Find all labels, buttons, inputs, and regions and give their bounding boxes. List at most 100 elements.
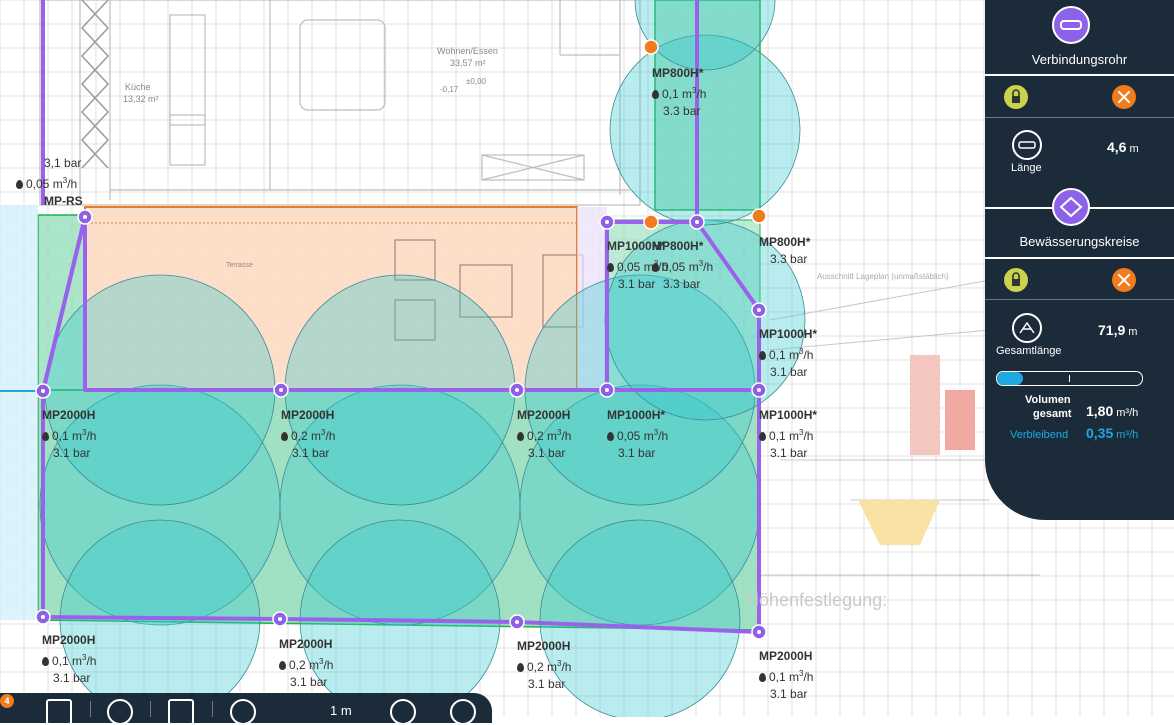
sprinkler-pressure: 3.1 bar [770, 446, 808, 460]
sprinkler-name: MP1000H* [759, 327, 818, 341]
irrigation-circuit-icon[interactable] [1052, 188, 1090, 226]
sprinkler-label: 3,1 bar 0,05 m3/h MP-RS [16, 155, 83, 210]
zoom-out-icon[interactable] [450, 699, 476, 725]
sprinkler-name: MP800H* [759, 235, 811, 249]
sprinkler-name: MP800H* [652, 66, 704, 80]
sprinkler-name: MP1000H* [607, 408, 666, 422]
sprinkler-name: MP2000H [42, 408, 96, 422]
lock-icon[interactable] [1004, 268, 1028, 292]
bottom-toolbar: 4 1 m [0, 693, 492, 725]
sprinkler-node-center [695, 220, 699, 224]
total-length-icon [1012, 313, 1042, 343]
sprinkler-node-center [41, 615, 45, 619]
water-drop-icon [517, 432, 524, 441]
sprinkler-label: MP1000H* 0,1 m3/h 3.1 bar [759, 326, 817, 381]
sprinkler-node-center [757, 308, 761, 312]
lock-icon[interactable] [1004, 85, 1028, 109]
sprinkler-flow: 0,1 m3/h [652, 82, 706, 103]
pipe-icon[interactable] [1052, 6, 1090, 44]
sprinkler-node-center [757, 630, 761, 634]
water-source-node[interactable] [643, 39, 659, 55]
sprinkler-pressure: 3.1 bar [290, 675, 328, 689]
section-wall-red-2 [945, 390, 975, 450]
contrast-icon[interactable] [107, 699, 133, 725]
sprinkler-pressure: 3.1 bar [292, 446, 330, 460]
boundary-strip [0, 205, 38, 620]
sprinkler-pressure: 3.1 bar [770, 365, 808, 379]
water-source-node[interactable] [643, 214, 659, 230]
sprinkler-label: MP2000H 0,2 m3/h 3.1 bar [517, 407, 571, 462]
sprinkler-label: MP2000H 0,1 m3/h 3.1 bar [42, 407, 96, 462]
divider [985, 257, 1174, 259]
kitchen-cabinets [80, 0, 110, 169]
level-minus-label: -0,17 [440, 85, 459, 94]
close-icon[interactable] [1112, 268, 1136, 292]
sprinkler-flow: 0,1 m3/h [42, 424, 96, 445]
sprinkler-flow: 0,2 m3/h [281, 424, 335, 445]
volume-progress-bar [996, 371, 1143, 386]
water-drop-icon [281, 432, 288, 441]
water-drop-icon [759, 351, 766, 360]
sprinkler-node-center [757, 388, 761, 392]
sprinkler-name: MP-RS [44, 194, 83, 208]
sprinkler-flow: 0,1 m3/h [759, 424, 817, 445]
sprinkler-label: MP800H* 0,05 m3/h 3.3 bar [652, 238, 713, 293]
sprinkler-name: MP2000H [279, 637, 333, 651]
total-length-label: Gesamtlänge [996, 345, 1062, 357]
sprinkler-pressure: 3.3 bar [663, 277, 701, 291]
water-drop-icon [42, 432, 49, 441]
water-drop-icon [759, 432, 766, 441]
level-zero-label: ±0,00 [466, 77, 487, 86]
total-length-value: 71,9 m [1098, 322, 1138, 338]
section-note: Ausschnitt Lageplan (unmaßstäblich) [817, 272, 949, 281]
terrace-label: Terrasse [226, 262, 253, 269]
sprinkler-flow: 0,05 m3/h [652, 255, 713, 276]
sprinkler-flow: 0,2 m3/h [517, 424, 571, 445]
sprinkler-pressure: 3.1 bar [528, 677, 566, 691]
divider [212, 701, 213, 717]
water-drop-icon [759, 673, 766, 682]
water-drop-icon [652, 263, 659, 272]
volume-label-2: gesamt [1033, 408, 1072, 420]
sprinkler-name: MP2000H [42, 633, 96, 647]
remaining-label: Verbleibend [1010, 429, 1069, 441]
sprinkler-label: MP800H* 0,1 m3/h 3.3 bar [652, 65, 706, 120]
scale-label: 1 m [330, 703, 352, 718]
water-source-node[interactable] [751, 208, 767, 224]
divider [985, 74, 1174, 76]
water-drop-icon [279, 661, 286, 670]
height-title: Höhenfestlegung: [746, 590, 887, 610]
volume-label-1: Volumen [1025, 394, 1071, 406]
section-wall-red [910, 355, 940, 455]
room-label-kitchen: Küche [125, 82, 151, 92]
sprinkler-label: MP2000H 0,2 m3/h 3.1 bar [517, 638, 571, 693]
room-label-living: Wohnen/Essen [437, 46, 498, 56]
water-drop-icon [16, 180, 23, 189]
grid-icon[interactable] [46, 699, 72, 725]
hand-icon[interactable] [230, 699, 256, 725]
close-icon[interactable] [1112, 85, 1136, 109]
sprinkler-pressure: 3.1 bar [53, 446, 91, 460]
sprinkler-flow: 0,2 m3/h [279, 653, 333, 674]
layer-count-badge: 4 [0, 694, 14, 708]
room-area-kitchen: 13,32 m² [123, 94, 159, 104]
properties-panel: Verbindungsrohr Länge 4,6 m Bewässerungsk… [985, 0, 1174, 520]
divider [985, 299, 1174, 300]
divider [985, 117, 1174, 118]
divider [90, 701, 91, 717]
sprinkler-pressure: 3.1 bar [618, 446, 656, 460]
sprinkler-name: MP1000H* [759, 408, 818, 422]
sprinkler-flow: 0,1 m3/h [759, 343, 817, 364]
sprinkler-flow: 0,2 m3/h [517, 655, 571, 676]
sprinkler-node-center [41, 389, 45, 393]
sprinkler-node-center [605, 220, 609, 224]
crop-icon[interactable] [168, 699, 194, 725]
sprinkler-label: MP2000H 0,1 m3/h 3.1 bar [42, 632, 96, 687]
sprinkler-flow: 0,05 m3/h [16, 172, 83, 193]
sprinkler-name: MP2000H [759, 649, 813, 663]
zoom-in-icon[interactable] [390, 699, 416, 725]
sprinkler-name: MP800H* [652, 239, 704, 253]
sprinkler-label: MP2000H 0,2 m3/h 3.1 bar [279, 636, 333, 691]
sprinkler-label: MP2000H 0,1 m3/h 3.1 bar [759, 648, 813, 703]
sprinkler-node-center [278, 617, 282, 621]
